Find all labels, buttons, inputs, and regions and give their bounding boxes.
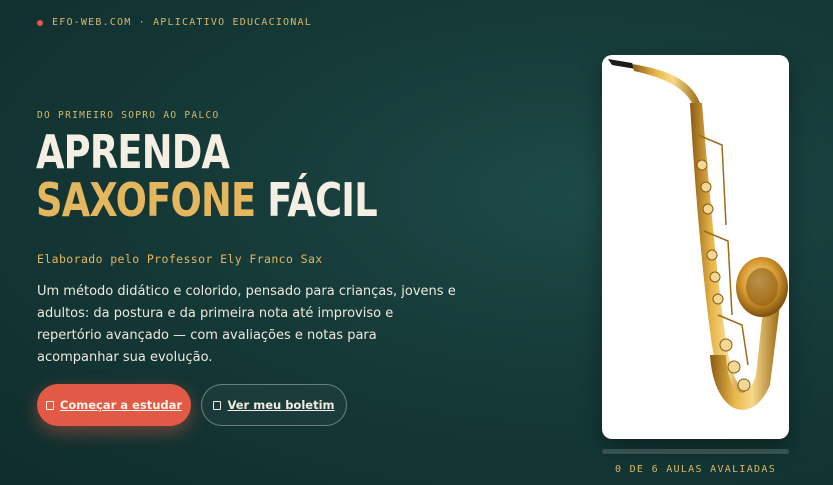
author-byline: Elaborado pelo Professor Ely Franco Sax [37,252,323,266]
hero-description: Um método didático e colorido, pensado p… [37,284,456,365]
report-icon [213,400,222,410]
lessons-progress-bar [602,449,789,454]
saxophone-image-card [602,55,789,439]
title-rest: FÁCIL [255,173,377,227]
view-report-button[interactable]: Ver meu boletim [201,384,347,426]
lessons-progress-label: 0 DE 6 AULAS AVALIADAS [614,464,777,475]
title-accent: SAXOFONE [36,173,256,227]
brand-dot [37,19,43,26]
start-studying-button[interactable]: Começar a estudar [37,384,191,426]
page-title: APRENDA SAXOFONE FÁCIL [36,125,378,227]
start-studying-label: Começar a estudar [59,398,183,412]
title-line-1: APRENDA [36,125,230,179]
brand: EFO-WEB.COM · APLICATIVO EDUCACIONAL [37,17,312,28]
brand-text: EFO-WEB.COM · APLICATIVO EDUCACIONAL [52,17,312,28]
hero-eyebrow: DO PRIMEIRO SOPRO AO PALCO [37,110,220,121]
view-report-label: Ver meu boletim [227,398,335,412]
book-icon [45,400,54,410]
saxophone-image [608,59,788,410]
